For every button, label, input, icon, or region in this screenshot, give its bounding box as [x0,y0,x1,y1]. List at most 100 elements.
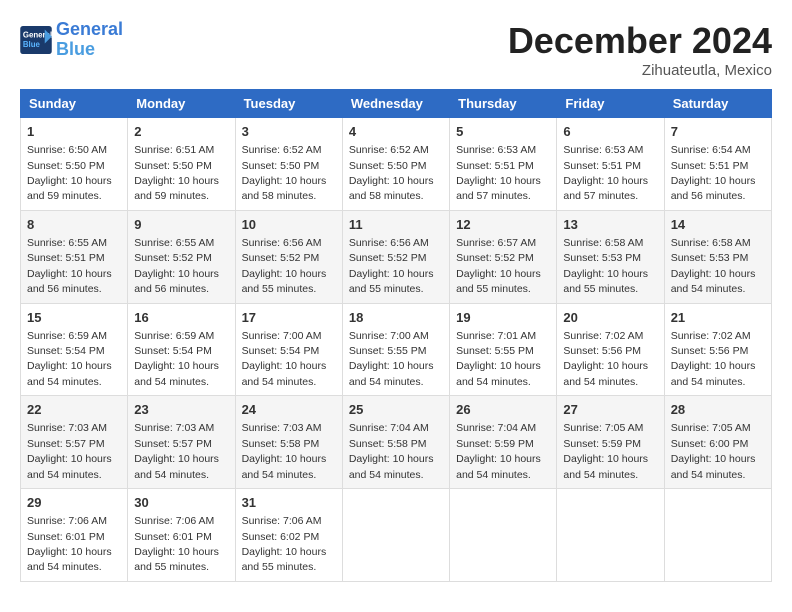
weekday-header-wednesday: Wednesday [342,90,449,118]
day-number: 9 [134,216,228,234]
day-number: 12 [456,216,550,234]
weekday-header-saturday: Saturday [664,90,771,118]
day-number: 2 [134,123,228,141]
page-header: General Blue GeneralBlue December 2024 Z… [20,20,772,79]
calendar-cell: 6 Sunrise: 6:53 AMSunset: 5:51 PMDayligh… [557,118,664,211]
day-number: 16 [134,309,228,327]
calendar-cell: 21 Sunrise: 7:02 AMSunset: 5:56 PMDaylig… [664,303,771,396]
calendar-cell: 13 Sunrise: 6:58 AMSunset: 5:53 PMDaylig… [557,210,664,303]
calendar-week-1: 1 Sunrise: 6:50 AMSunset: 5:50 PMDayligh… [21,118,772,211]
day-number: 14 [671,216,765,234]
calendar-week-3: 15 Sunrise: 6:59 AMSunset: 5:54 PMDaylig… [21,303,772,396]
calendar-cell: 1 Sunrise: 6:50 AMSunset: 5:50 PMDayligh… [21,118,128,211]
day-info: Sunrise: 6:56 AMSunset: 5:52 PMDaylight:… [242,237,327,295]
logo: General Blue GeneralBlue [20,20,123,60]
day-number: 23 [134,401,228,419]
weekday-header-friday: Friday [557,90,664,118]
title-area: December 2024 Zihuateutla, Mexico [508,20,772,79]
calendar-cell: 11 Sunrise: 6:56 AMSunset: 5:52 PMDaylig… [342,210,449,303]
day-info: Sunrise: 6:56 AMSunset: 5:52 PMDaylight:… [349,237,434,295]
calendar-cell: 27 Sunrise: 7:05 AMSunset: 5:59 PMDaylig… [557,396,664,489]
day-info: Sunrise: 7:06 AMSunset: 6:01 PMDaylight:… [27,515,112,573]
svg-text:Blue: Blue [23,40,41,49]
day-info: Sunrise: 6:53 AMSunset: 5:51 PMDaylight:… [563,144,648,202]
calendar-cell: 4 Sunrise: 6:52 AMSunset: 5:50 PMDayligh… [342,118,449,211]
day-number: 27 [563,401,657,419]
day-number: 17 [242,309,336,327]
location: Zihuateutla, Mexico [508,62,772,79]
day-info: Sunrise: 6:50 AMSunset: 5:50 PMDaylight:… [27,144,112,202]
day-number: 7 [671,123,765,141]
day-number: 13 [563,216,657,234]
calendar-cell: 7 Sunrise: 6:54 AMSunset: 5:51 PMDayligh… [664,118,771,211]
calendar-cell [557,489,664,582]
calendar-cell: 14 Sunrise: 6:58 AMSunset: 5:53 PMDaylig… [664,210,771,303]
day-number: 3 [242,123,336,141]
day-info: Sunrise: 6:52 AMSunset: 5:50 PMDaylight:… [242,144,327,202]
day-info: Sunrise: 7:04 AMSunset: 5:58 PMDaylight:… [349,422,434,480]
calendar-cell [342,489,449,582]
day-number: 6 [563,123,657,141]
day-info: Sunrise: 7:06 AMSunset: 6:01 PMDaylight:… [134,515,219,573]
day-info: Sunrise: 6:55 AMSunset: 5:52 PMDaylight:… [134,237,219,295]
calendar-cell: 19 Sunrise: 7:01 AMSunset: 5:55 PMDaylig… [450,303,557,396]
logo-text: GeneralBlue [56,20,123,60]
day-number: 11 [349,216,443,234]
day-info: Sunrise: 7:01 AMSunset: 5:55 PMDaylight:… [456,330,541,388]
calendar-cell: 25 Sunrise: 7:04 AMSunset: 5:58 PMDaylig… [342,396,449,489]
logo-icon: General Blue [20,26,52,54]
day-info: Sunrise: 7:05 AMSunset: 5:59 PMDaylight:… [563,422,648,480]
day-number: 30 [134,494,228,512]
calendar-cell: 20 Sunrise: 7:02 AMSunset: 5:56 PMDaylig… [557,303,664,396]
day-info: Sunrise: 6:58 AMSunset: 5:53 PMDaylight:… [671,237,756,295]
day-info: Sunrise: 6:55 AMSunset: 5:51 PMDaylight:… [27,237,112,295]
calendar-cell: 3 Sunrise: 6:52 AMSunset: 5:50 PMDayligh… [235,118,342,211]
day-info: Sunrise: 6:59 AMSunset: 5:54 PMDaylight:… [27,330,112,388]
day-number: 8 [27,216,121,234]
calendar-cell: 8 Sunrise: 6:55 AMSunset: 5:51 PMDayligh… [21,210,128,303]
day-number: 5 [456,123,550,141]
day-number: 15 [27,309,121,327]
day-number: 31 [242,494,336,512]
day-info: Sunrise: 7:06 AMSunset: 6:02 PMDaylight:… [242,515,327,573]
calendar-week-5: 29 Sunrise: 7:06 AMSunset: 6:01 PMDaylig… [21,489,772,582]
month-title: December 2024 [508,20,772,62]
calendar-cell: 28 Sunrise: 7:05 AMSunset: 6:00 PMDaylig… [664,396,771,489]
day-number: 20 [563,309,657,327]
day-number: 24 [242,401,336,419]
day-info: Sunrise: 7:05 AMSunset: 6:00 PMDaylight:… [671,422,756,480]
day-info: Sunrise: 7:02 AMSunset: 5:56 PMDaylight:… [563,330,648,388]
calendar-week-4: 22 Sunrise: 7:03 AMSunset: 5:57 PMDaylig… [21,396,772,489]
day-info: Sunrise: 7:02 AMSunset: 5:56 PMDaylight:… [671,330,756,388]
day-number: 22 [27,401,121,419]
day-info: Sunrise: 7:00 AMSunset: 5:55 PMDaylight:… [349,330,434,388]
day-number: 10 [242,216,336,234]
calendar-cell: 30 Sunrise: 7:06 AMSunset: 6:01 PMDaylig… [128,489,235,582]
day-info: Sunrise: 7:00 AMSunset: 5:54 PMDaylight:… [242,330,327,388]
calendar-cell: 12 Sunrise: 6:57 AMSunset: 5:52 PMDaylig… [450,210,557,303]
day-info: Sunrise: 6:53 AMSunset: 5:51 PMDaylight:… [456,144,541,202]
calendar-cell: 26 Sunrise: 7:04 AMSunset: 5:59 PMDaylig… [450,396,557,489]
weekday-header-thursday: Thursday [450,90,557,118]
day-info: Sunrise: 6:58 AMSunset: 5:53 PMDaylight:… [563,237,648,295]
day-number: 28 [671,401,765,419]
day-number: 29 [27,494,121,512]
day-info: Sunrise: 6:52 AMSunset: 5:50 PMDaylight:… [349,144,434,202]
calendar-cell: 18 Sunrise: 7:00 AMSunset: 5:55 PMDaylig… [342,303,449,396]
calendar-cell: 15 Sunrise: 6:59 AMSunset: 5:54 PMDaylig… [21,303,128,396]
day-number: 26 [456,401,550,419]
day-info: Sunrise: 7:03 AMSunset: 5:58 PMDaylight:… [242,422,327,480]
calendar-cell: 2 Sunrise: 6:51 AMSunset: 5:50 PMDayligh… [128,118,235,211]
calendar-cell: 9 Sunrise: 6:55 AMSunset: 5:52 PMDayligh… [128,210,235,303]
day-info: Sunrise: 7:04 AMSunset: 5:59 PMDaylight:… [456,422,541,480]
day-info: Sunrise: 6:57 AMSunset: 5:52 PMDaylight:… [456,237,541,295]
day-number: 25 [349,401,443,419]
day-info: Sunrise: 7:03 AMSunset: 5:57 PMDaylight:… [27,422,112,480]
calendar-table: SundayMondayTuesdayWednesdayThursdayFrid… [20,89,772,582]
day-number: 1 [27,123,121,141]
calendar-cell: 22 Sunrise: 7:03 AMSunset: 5:57 PMDaylig… [21,396,128,489]
day-number: 21 [671,309,765,327]
calendar-header-row: SundayMondayTuesdayWednesdayThursdayFrid… [21,90,772,118]
calendar-cell: 31 Sunrise: 7:06 AMSunset: 6:02 PMDaylig… [235,489,342,582]
day-info: Sunrise: 7:03 AMSunset: 5:57 PMDaylight:… [134,422,219,480]
